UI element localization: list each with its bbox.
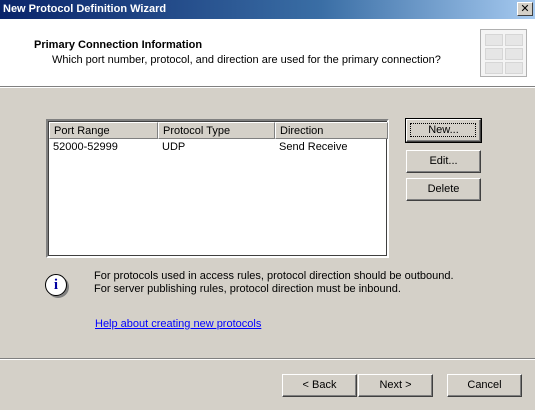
help-link[interactable]: Help about creating new protocols	[95, 318, 261, 330]
delete-button[interactable]: Delete	[406, 178, 481, 201]
cell-port-range: 52000-52999	[53, 141, 118, 153]
page-title: Primary Connection Information	[34, 39, 203, 51]
page-subtitle: Which port number, protocol, and directi…	[52, 54, 441, 66]
column-header-direction[interactable]: Direction	[275, 122, 388, 139]
column-header-protocol-type[interactable]: Protocol Type	[158, 122, 275, 139]
column-header-port-range[interactable]: Port Range	[49, 122, 158, 139]
next-button[interactable]: Next >	[358, 374, 433, 397]
header-divider	[0, 86, 535, 88]
close-button[interactable]: ✕	[517, 2, 533, 16]
cell-protocol-type: UDP	[162, 141, 186, 153]
edit-button-label: Edit...	[429, 155, 458, 167]
protocol-list[interactable]: Port Range Protocol Type Direction 52000…	[46, 119, 389, 258]
next-button-label: Next >	[379, 379, 412, 391]
info-line-inbound: For server publishing rules, protocol di…	[94, 283, 401, 295]
title-bar: New Protocol Definition Wizard ✕	[0, 0, 535, 19]
table-row[interactable]: 52000-52999 UDP Send Receive	[49, 140, 388, 155]
window-title: New Protocol Definition Wizard	[3, 3, 167, 15]
footer-divider	[0, 358, 535, 360]
wizard-header-graphic	[480, 29, 527, 77]
info-icon: i	[45, 274, 67, 296]
cancel-button-label: Cancel	[467, 379, 502, 391]
focus-rectangle	[410, 123, 476, 137]
delete-button-label: Delete	[427, 183, 460, 195]
edit-button[interactable]: Edit...	[406, 150, 481, 173]
back-button-label: < Back	[302, 379, 337, 391]
info-line-outbound: For protocols used in access rules, prot…	[94, 270, 454, 282]
list-header: Port Range Protocol Type Direction	[49, 122, 388, 139]
wizard-window: New Protocol Definition Wizard ✕ Primary…	[0, 0, 535, 410]
new-button[interactable]: New...	[405, 118, 482, 143]
back-button[interactable]: < Back	[282, 374, 357, 397]
info-message: For protocols used in access rules, prot…	[94, 270, 454, 296]
close-icon: ✕	[520, 3, 530, 15]
cancel-button[interactable]: Cancel	[447, 374, 522, 397]
cell-direction: Send Receive	[279, 141, 348, 153]
wizard-header: Primary Connection Information Which por…	[0, 19, 535, 86]
